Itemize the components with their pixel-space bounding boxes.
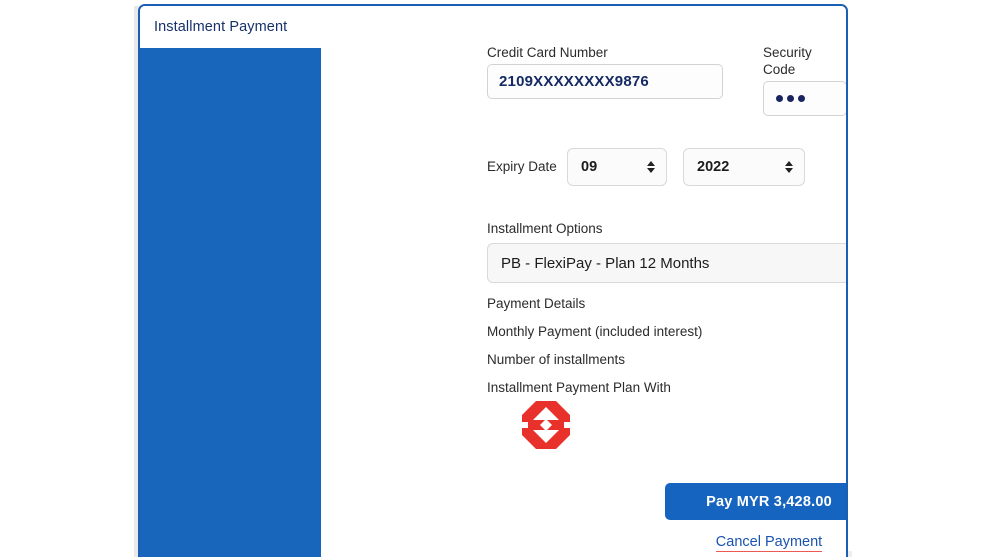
masked-dot (787, 95, 794, 102)
masked-dot (798, 95, 805, 102)
public-bank-logo-plan (521, 400, 571, 455)
tab-label: Installment Payment (154, 19, 287, 35)
expiry-month-value: 09 (581, 159, 597, 175)
expiry-year-value: 2022 (697, 159, 729, 175)
tab-installment-payment[interactable]: Installment Payment (140, 6, 305, 48)
detail-label: Monthly Payment (included interest) (487, 324, 702, 339)
cancel-payment-wrap: Cancel Payment (665, 533, 848, 552)
expiry-year-select[interactable]: 2022 (683, 148, 805, 186)
credit-card-number-value: 2109XXXXXXXX9876 (499, 73, 649, 90)
detail-row-plan-with: Installment Payment Plan With (487, 380, 848, 395)
credit-card-number-input[interactable]: 2109XXXXXXXX9876 (487, 64, 723, 99)
installment-options-label: Installment Options (487, 220, 603, 237)
detail-label: Number of installments (487, 352, 625, 367)
payment-details: Payment Details Monthly Payment (include… (487, 296, 848, 408)
stepper-arrows-icon[interactable] (785, 161, 793, 173)
masked-dot (776, 95, 783, 102)
expiry-month-select[interactable]: 09 (567, 148, 667, 186)
payment-page: Installment Payment Credit Card Number 2… (0, 0, 990, 557)
brand-side-panel (140, 48, 321, 557)
stepper-arrows-icon[interactable] (647, 161, 655, 173)
pay-button[interactable]: Pay MYR 3,428.00 (665, 483, 848, 520)
security-code-input[interactable] (763, 81, 847, 116)
detail-row-monthly-payment: Monthly Payment (included interest) 285.… (487, 324, 848, 339)
security-code-label: Security Code (763, 44, 833, 78)
detail-row-number-of-installments: Number of installments 12 months (487, 352, 848, 367)
installment-options-value: PB - FlexiPay - Plan 12 Months (501, 255, 709, 272)
payment-details-title: Payment Details (487, 296, 848, 311)
installment-payment-card: Installment Payment Credit Card Number 2… (138, 4, 848, 557)
cancel-payment-link[interactable]: Cancel Payment (716, 534, 822, 552)
credit-card-number-label: Credit Card Number (487, 44, 608, 61)
expiry-date-label: Expiry Date (487, 158, 557, 175)
tab-strip: Installment Payment (140, 6, 846, 48)
payment-form: Credit Card Number 2109XXXXXXXX9876 Secu… (321, 48, 846, 557)
installment-options-select[interactable]: PB - FlexiPay - Plan 12 Months (487, 243, 848, 283)
detail-label: Installment Payment Plan With (487, 380, 671, 395)
